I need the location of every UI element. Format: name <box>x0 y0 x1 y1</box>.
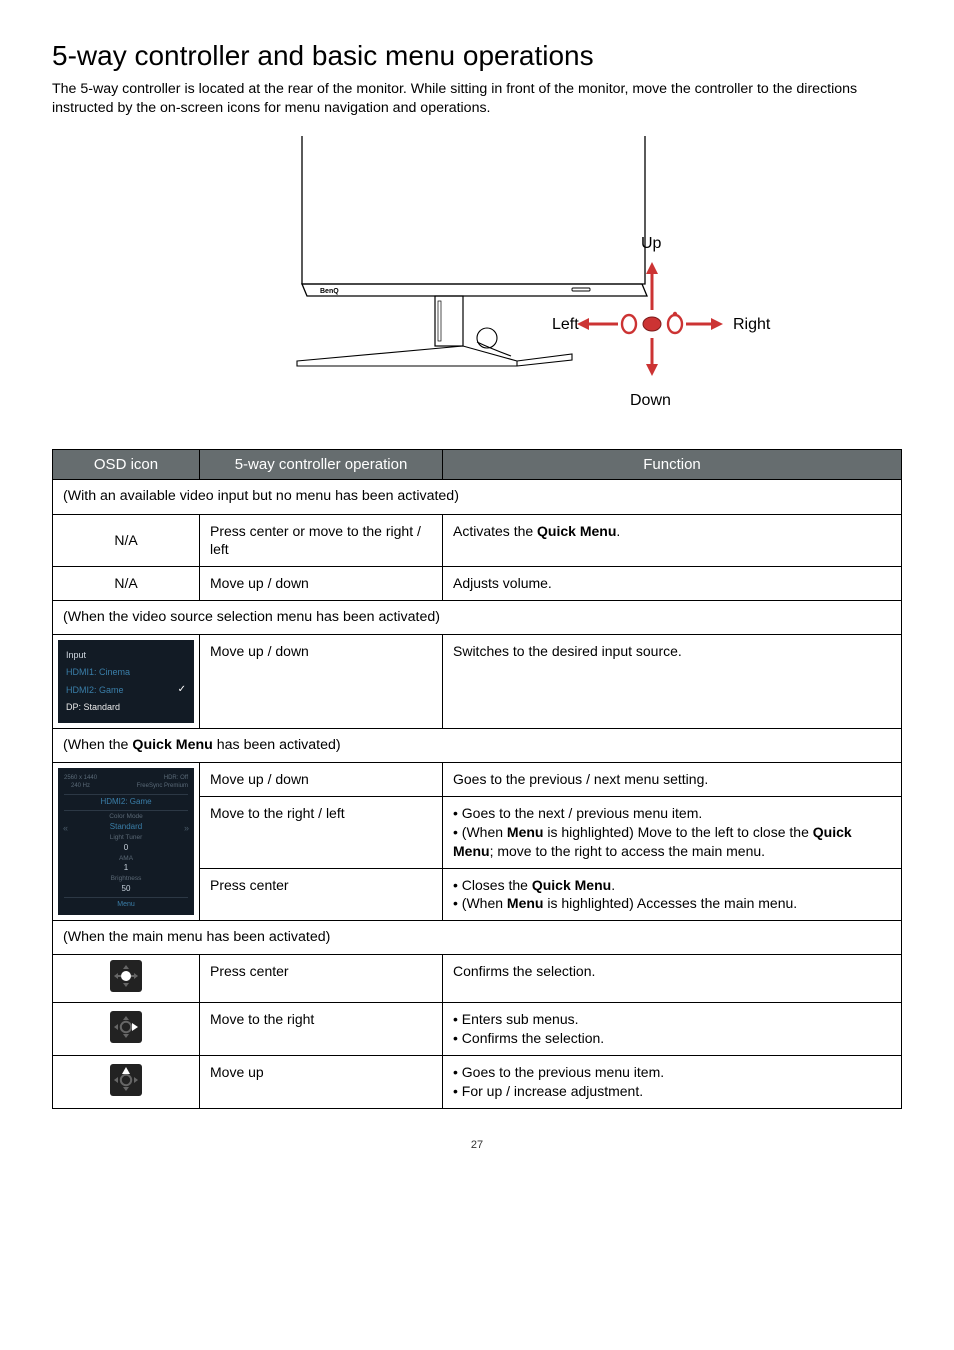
joystick-center-icon <box>110 960 142 992</box>
label-down: Down <box>630 392 671 409</box>
quick-osd-cell: 2560 x 1440240 Hz HDR: OffFreeSync Premi… <box>53 762 200 920</box>
page-number: 27 <box>52 1139 902 1151</box>
row4-op: Move up / down <box>200 762 443 796</box>
row1-osd: N/A <box>53 514 200 567</box>
section-main-menu: (When the main menu has been activated) <box>53 921 902 955</box>
row3-osd: Input HDMI1: Cinema HDMI2: Game✓ DP: Sta… <box>53 635 200 728</box>
row5-op: Move to the right / left <box>200 796 443 868</box>
row1-op: Press center or move to the right / left <box>200 514 443 567</box>
controller-diagram: BenQ Up Left Right Down <box>52 136 902 421</box>
row6-op: Press center <box>200 868 443 921</box>
row7-op: Press center <box>200 955 443 1003</box>
row4-fn: Goes to the previous / next menu setting… <box>443 762 902 796</box>
row9-osd <box>53 1056 200 1109</box>
label-up: Up <box>641 235 662 252</box>
th-op: 5-way controller operation <box>200 450 443 480</box>
section-quick-menu: (When the Quick Menu has been activated) <box>53 728 902 762</box>
svg-text:BenQ: BenQ <box>320 288 339 295</box>
row8-fn: • Enters sub menus. • Confirms the selec… <box>443 1003 902 1056</box>
row7-osd <box>53 955 200 1003</box>
input-osd-preview: Input HDMI1: Cinema HDMI2: Game✓ DP: Sta… <box>58 640 194 722</box>
joystick-right-icon <box>110 1011 142 1043</box>
joystick-up-icon <box>110 1064 142 1096</box>
row9-fn: • Goes to the previous menu item. • For … <box>443 1056 902 1109</box>
row2-osd: N/A <box>53 567 200 601</box>
label-right: Right <box>733 316 771 333</box>
th-fn: Function <box>443 450 902 480</box>
row7-fn: Confirms the selection. <box>443 955 902 1003</box>
label-left: Left <box>552 316 579 333</box>
page-heading: 5-way controller and basic menu operatio… <box>52 40 902 72</box>
row3-op: Move up / down <box>200 635 443 728</box>
row1-fn: Activates the Quick Menu. <box>443 514 902 567</box>
section-no-menu: (With an available video input but no me… <box>53 480 902 514</box>
row3-fn: Switches to the desired input source. <box>443 635 902 728</box>
intro-text: The 5-way controller is located at the r… <box>52 80 902 118</box>
operations-table: OSD icon 5-way controller operation Func… <box>52 449 902 1109</box>
section-source-menu: (When the video source selection menu ha… <box>53 601 902 635</box>
quick-osd-preview: 2560 x 1440240 Hz HDR: OffFreeSync Premi… <box>58 768 194 915</box>
row5-fn: • Goes to the next / previous menu item.… <box>443 796 902 868</box>
row2-op: Move up / down <box>200 567 443 601</box>
row2-fn: Adjusts volume. <box>443 567 902 601</box>
row8-osd <box>53 1003 200 1056</box>
row6-fn: • Closes the Quick Menu. • (When Menu is… <box>443 868 902 921</box>
th-osd: OSD icon <box>53 450 200 480</box>
checkmark-icon: ✓ <box>178 681 186 700</box>
row8-op: Move to the right <box>200 1003 443 1056</box>
row9-op: Move up <box>200 1056 443 1109</box>
